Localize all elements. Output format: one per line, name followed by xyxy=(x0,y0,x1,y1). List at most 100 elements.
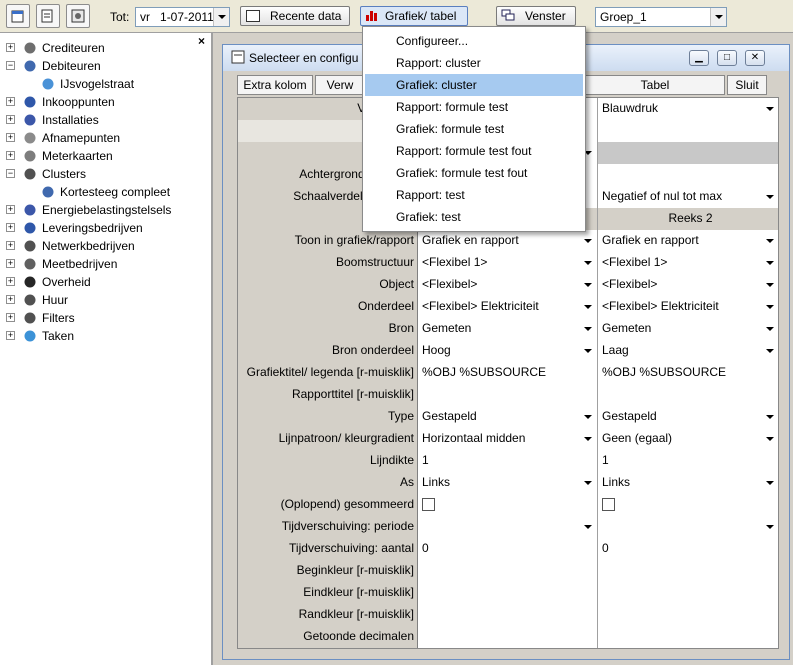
property-select[interactable]: Grafiek en rapport xyxy=(598,230,778,252)
property-select[interactable]: Laag xyxy=(598,340,778,362)
property-input[interactable]: 1 xyxy=(418,450,598,472)
expand-toggle-icon[interactable]: + xyxy=(6,133,15,142)
tree-item[interactable]: Meetbedrijven xyxy=(22,255,117,273)
collapse-toggle-icon[interactable]: − xyxy=(6,61,15,70)
property-input[interactable]: 0 xyxy=(418,538,598,560)
property-select[interactable]: Geen (egaal) xyxy=(598,428,778,450)
chevron-down-icon[interactable] xyxy=(763,277,777,292)
menu-item[interactable]: Grafiek: test xyxy=(365,206,583,228)
menu-item[interactable]: Rapport: test xyxy=(365,184,583,206)
property-select[interactable]: <Flexibel> Elektriciteit xyxy=(598,296,778,318)
sluit-button[interactable]: Sluit xyxy=(727,75,767,95)
verw-button[interactable]: Verw xyxy=(315,75,365,95)
property-select[interactable]: Gemeten xyxy=(598,318,778,340)
chevron-down-icon[interactable] xyxy=(763,189,777,204)
property-input[interactable] xyxy=(598,560,778,582)
chevron-down-icon[interactable] xyxy=(581,277,595,292)
chevron-down-icon[interactable] xyxy=(763,431,777,446)
chevron-down-icon[interactable] xyxy=(581,321,595,336)
tree-item[interactable]: Debiteuren xyxy=(22,57,101,75)
property-select[interactable]: Links xyxy=(598,472,778,494)
tree-item[interactable]: Kortesteeg compleet xyxy=(40,183,170,201)
tree-item[interactable]: Taken xyxy=(22,327,74,345)
chevron-down-icon[interactable] xyxy=(763,233,777,248)
maximize-icon[interactable]: □ xyxy=(717,50,737,66)
property-input[interactable] xyxy=(418,384,598,406)
property-select[interactable] xyxy=(598,516,778,538)
expand-toggle-icon[interactable]: + xyxy=(6,43,15,52)
tree-item[interactable]: Overheid xyxy=(22,273,91,291)
expand-toggle-icon[interactable]: + xyxy=(6,151,15,160)
date-picker[interactable]: vr 1-07-2011 xyxy=(135,7,230,27)
voorkeuze-select[interactable]: Blauwdruk xyxy=(598,98,778,120)
minimize-icon[interactable]: ▁ xyxy=(689,50,709,66)
tree-item[interactable]: Filters xyxy=(22,309,75,327)
collapse-toggle-icon[interactable]: − xyxy=(6,169,15,178)
property-input[interactable] xyxy=(598,626,778,648)
expand-toggle-icon[interactable]: + xyxy=(6,277,15,286)
menu-item[interactable]: Rapport: formule test fout xyxy=(365,140,583,162)
chevron-down-icon[interactable] xyxy=(581,233,595,248)
close-icon[interactable]: × xyxy=(198,34,205,48)
property-input[interactable] xyxy=(598,384,778,406)
property-input[interactable]: %OBJ %SUBSOURCE xyxy=(598,362,778,384)
property-select[interactable] xyxy=(418,516,598,538)
tree-item[interactable]: Installaties xyxy=(22,111,99,129)
property-select[interactable]: Gemeten xyxy=(418,318,598,340)
expand-toggle-icon[interactable]: + xyxy=(6,259,15,268)
property-input[interactable] xyxy=(418,582,598,604)
chevron-down-icon[interactable] xyxy=(581,299,595,314)
titel-cell-2[interactable] xyxy=(598,120,778,142)
expand-toggle-icon[interactable]: + xyxy=(6,241,15,250)
chevron-down-icon[interactable] xyxy=(581,255,595,270)
chevron-down-icon[interactable] xyxy=(763,299,777,314)
menu-item[interactable]: Rapport: cluster xyxy=(365,52,583,74)
property-select[interactable]: Gestapeld xyxy=(418,406,598,428)
tabel-button[interactable]: Tabel xyxy=(585,75,725,95)
expand-toggle-icon[interactable]: + xyxy=(6,205,15,214)
chevron-down-icon[interactable] xyxy=(581,431,595,446)
achtergrond-cell-2[interactable] xyxy=(598,164,778,186)
chevron-down-icon[interactable] xyxy=(763,101,777,116)
expand-toggle-icon[interactable]: + xyxy=(6,223,15,232)
chevron-down-icon[interactable] xyxy=(763,409,777,424)
property-select[interactable]: <Flexibel> xyxy=(598,274,778,296)
property-checkbox-cell[interactable] xyxy=(418,494,598,516)
menu-item[interactable]: Configureer... xyxy=(365,30,583,52)
groep-select[interactable]: Groep_1 xyxy=(595,7,727,27)
property-input[interactable] xyxy=(418,626,598,648)
expand-toggle-icon[interactable]: + xyxy=(6,295,15,304)
property-select[interactable]: <Flexibel> xyxy=(418,274,598,296)
property-select[interactable]: <Flexibel 1> xyxy=(418,252,598,274)
grafiek-tabel-button[interactable]: Grafiek/ tabel xyxy=(360,6,468,26)
tree-item[interactable]: Afnamepunten xyxy=(22,129,120,147)
property-select[interactable]: <Flexibel> Elektriciteit xyxy=(418,296,598,318)
expand-toggle-icon[interactable]: + xyxy=(6,331,15,340)
chevron-down-icon[interactable] xyxy=(763,519,777,534)
property-input[interactable] xyxy=(598,582,778,604)
expand-toggle-icon[interactable]: + xyxy=(6,313,15,322)
document-edit-icon[interactable] xyxy=(36,4,60,28)
property-select[interactable]: Links xyxy=(418,472,598,494)
settings-icon[interactable] xyxy=(66,4,90,28)
chevron-down-icon[interactable] xyxy=(581,475,595,490)
property-select[interactable]: Gestapeld xyxy=(598,406,778,428)
chevron-down-icon[interactable] xyxy=(581,519,595,534)
chevron-down-icon[interactable] xyxy=(763,475,777,490)
chevron-down-icon[interactable] xyxy=(581,343,595,358)
chevron-down-icon[interactable] xyxy=(710,8,726,26)
menu-item[interactable]: Rapport: formule test xyxy=(365,96,583,118)
tree-item[interactable]: Huur xyxy=(22,291,68,309)
property-input[interactable]: %OBJ %SUBSOURCE xyxy=(418,362,598,384)
tree-item[interactable]: Netwerkbedrijven xyxy=(22,237,135,255)
property-select[interactable]: Horizontaal midden xyxy=(418,428,598,450)
property-select[interactable]: <Flexibel 1> xyxy=(598,252,778,274)
chevron-down-icon[interactable] xyxy=(213,8,229,26)
menu-item[interactable]: Grafiek: cluster xyxy=(365,74,583,96)
chevron-down-icon[interactable] xyxy=(581,409,595,424)
checkbox[interactable] xyxy=(602,498,615,511)
tree-item[interactable]: IJsvogelstraat xyxy=(40,75,134,93)
property-select[interactable]: Grafiek en rapport xyxy=(418,230,598,252)
property-checkbox-cell[interactable] xyxy=(598,494,778,516)
property-input[interactable] xyxy=(418,604,598,626)
